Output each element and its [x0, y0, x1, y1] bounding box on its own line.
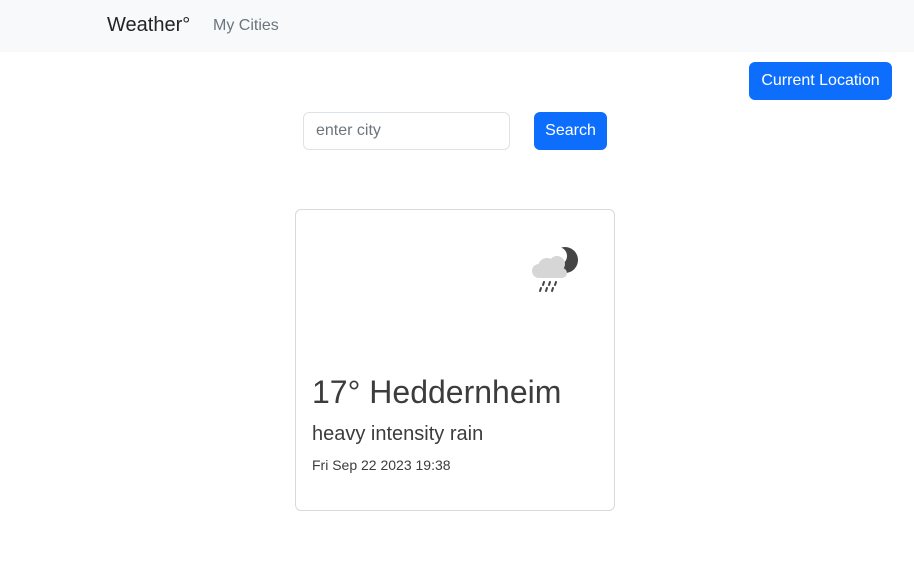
- weather-description: heavy intensity rain: [312, 423, 484, 445]
- current-location-button[interactable]: Current Location: [749, 62, 892, 100]
- search-button[interactable]: Search: [534, 112, 607, 150]
- nav-link-my-cities[interactable]: My Cities: [213, 17, 279, 35]
- top-navbar: Weather° My Cities: [0, 0, 914, 52]
- weather-timestamp: Fri Sep 22 2023 19:38: [312, 457, 451, 473]
- rain-cloud-moon-icon: [532, 247, 578, 292]
- weather-card: 17° Heddernheim heavy intensity rain Fri…: [295, 209, 615, 511]
- city-search-input[interactable]: [303, 112, 510, 150]
- navbar-brand[interactable]: Weather°: [107, 14, 190, 37]
- temperature-city-title: 17° Heddernheim: [312, 374, 562, 410]
